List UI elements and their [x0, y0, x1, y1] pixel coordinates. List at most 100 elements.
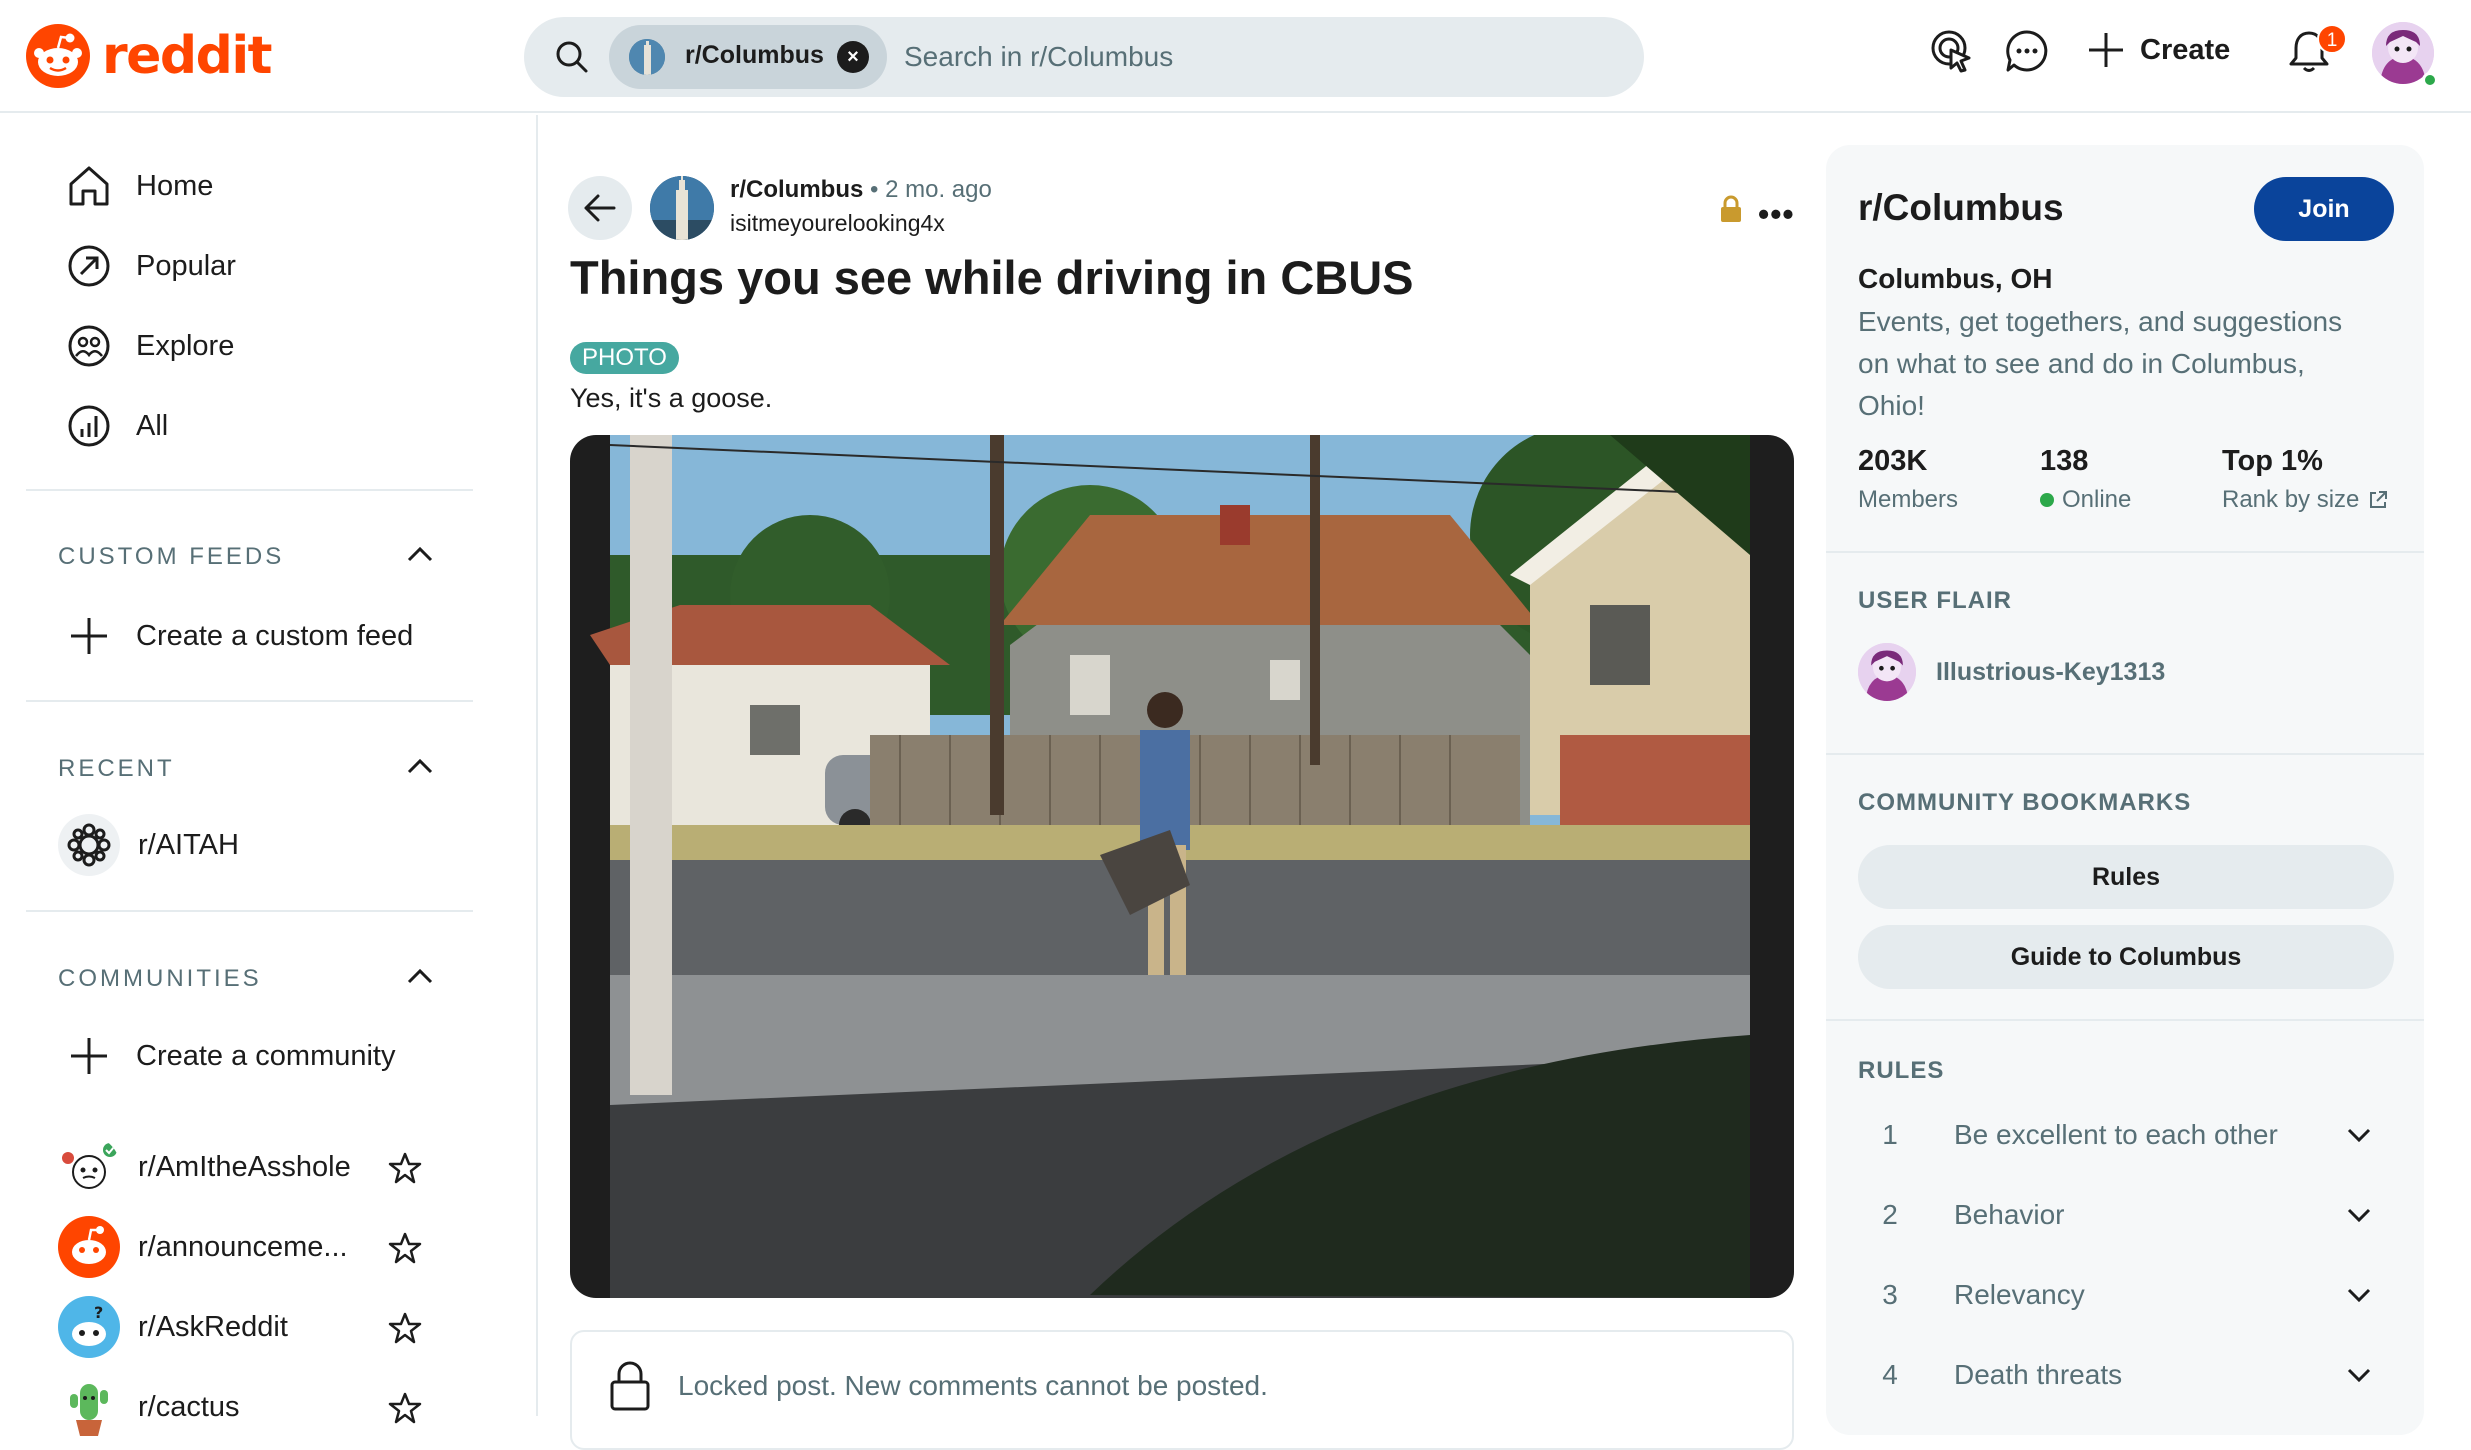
community-item-announcements[interactable]: r/announceme...	[58, 1215, 438, 1279]
rank-stat[interactable]: Top 1% Rank by size	[2222, 445, 2389, 514]
favorite-star-icon[interactable]	[388, 1151, 422, 1185]
user-flair-preview[interactable]: Illustrious-Key1313	[1858, 643, 2165, 701]
sidebar-divider	[1826, 1019, 2424, 1021]
favorite-star-icon[interactable]	[388, 1391, 422, 1425]
explore-icon	[68, 325, 110, 367]
chevron-down-icon	[2347, 1288, 2371, 1303]
search-chip-label: r/Columbus	[685, 41, 824, 69]
members-label: Members	[1858, 486, 1959, 513]
arrow-left-icon	[584, 194, 616, 222]
reddit-wordmark: reddit	[102, 26, 273, 86]
sidebar-divider	[1826, 753, 2424, 755]
rule-item[interactable]: 1 Be excellent to each other	[1858, 1103, 2394, 1167]
rule-number: 1	[1882, 1119, 1898, 1150]
post-author[interactable]: isitmeyourelooking4x	[730, 210, 945, 237]
rule-item[interactable]: 4 Death threats	[1858, 1343, 2394, 1407]
rank-value: Top 1%	[2222, 445, 2323, 477]
plus-icon	[71, 618, 107, 654]
nav-home[interactable]: Home	[66, 163, 213, 209]
rule-item[interactable]: 3 Relevancy	[1858, 1263, 2394, 1327]
cactus-avatar	[58, 1376, 120, 1438]
meta-separator: •	[870, 176, 879, 203]
post-meta: r/Columbus • 2 mo. ago	[730, 176, 992, 204]
nav-divider	[26, 700, 473, 702]
chevron-down-icon	[2347, 1208, 2371, 1223]
create-custom-feed-label: Create a custom feed	[136, 619, 414, 652]
post-image[interactable]	[570, 435, 1794, 1298]
nav-all[interactable]: All	[66, 403, 168, 449]
create-button[interactable]: Create	[2086, 30, 2230, 70]
bookmarks-heading: COMMUNITY BOOKMARKS	[1858, 789, 2192, 816]
lock-outline-icon	[610, 1361, 650, 1411]
locked-message: Locked post. New comments cannot be post…	[678, 1370, 1268, 1401]
locked-post-notice: Locked post. New comments cannot be post…	[570, 1330, 1794, 1450]
post-title: Things you see while driving in CBUS	[570, 251, 1414, 304]
custom-feeds-heading[interactable]: CUSTOM FEEDS	[58, 543, 284, 571]
more-options-button[interactable]: •••	[1758, 196, 1795, 233]
community-item-amitheasshole[interactable]: r/AmItheAsshole	[58, 1135, 438, 1199]
favorite-star-icon[interactable]	[388, 1231, 422, 1265]
community-title: r/Columbus	[1858, 187, 2064, 228]
clear-scope-icon[interactable]: ×	[837, 41, 869, 73]
community-item-askreddit[interactable]: ? r/AskReddit	[58, 1295, 438, 1359]
chevron-up-icon[interactable]	[404, 965, 436, 989]
nav-popular[interactable]: Popular	[66, 243, 236, 289]
nav-explore[interactable]: Explore	[66, 323, 234, 369]
sidebar-divider	[1826, 551, 2424, 553]
reddit-logo[interactable]: reddit	[26, 24, 273, 88]
search-input[interactable]	[902, 31, 1602, 83]
community-sidebar: r/Columbus Join Columbus, OH Events, get…	[1826, 145, 2424, 1435]
recent-heading[interactable]: RECENT	[58, 755, 175, 783]
rule-number: 2	[1882, 1199, 1898, 1230]
community-label: r/cactus	[138, 1390, 240, 1423]
chevron-down-icon	[2347, 1128, 2371, 1143]
rule-number: 3	[1882, 1279, 1898, 1310]
askreddit-avatar: ?	[58, 1296, 120, 1358]
back-button[interactable]	[568, 176, 632, 240]
aitah-avatar	[58, 814, 120, 876]
subreddit-avatar[interactable]	[650, 176, 714, 240]
nav-all-label: All	[136, 409, 169, 442]
community-item-cactus[interactable]: r/cactus	[58, 1375, 438, 1439]
chevron-up-icon[interactable]	[404, 755, 436, 779]
nav-home-label: Home	[136, 169, 214, 202]
search-scope-chip[interactable]: r/Columbus ×	[609, 25, 887, 89]
create-label: Create	[2140, 33, 2231, 66]
recent-item-aitah[interactable]: r/AITAH	[58, 813, 438, 877]
left-sidebar: Home Popular Explore All CUSTOM FEEDS Cr…	[0, 115, 538, 1438]
reddit-snoo-icon	[26, 24, 90, 88]
search-bar[interactable]: r/Columbus ×	[524, 17, 1644, 97]
rule-item[interactable]: 2 Behavior	[1858, 1183, 2394, 1247]
chat-icon[interactable]	[2004, 28, 2050, 74]
bookmark-guide-button[interactable]: Guide to Columbus	[1858, 925, 2394, 989]
join-button[interactable]: Join	[2254, 177, 2394, 241]
chevron-up-icon[interactable]	[404, 543, 436, 567]
plus-icon	[71, 1038, 107, 1074]
rule-text: Behavior	[1954, 1199, 2065, 1230]
community-label: r/announceme...	[138, 1230, 348, 1263]
rule-text: Relevancy	[1954, 1279, 2085, 1310]
post-body-text: Yes, it's a goose.	[570, 383, 773, 413]
subreddit-link[interactable]: r/Columbus	[730, 176, 863, 203]
online-stat: 138 Online	[2040, 445, 2131, 514]
advertise-icon[interactable]	[1929, 28, 1975, 74]
rules-heading: RULES	[1858, 1057, 1945, 1084]
notification-count-badge: 1	[2317, 24, 2347, 54]
nav-popular-label: Popular	[136, 249, 236, 282]
home-icon	[69, 166, 109, 206]
create-custom-feed[interactable]: Create a custom feed	[66, 613, 413, 659]
favorite-star-icon[interactable]	[388, 1311, 422, 1345]
communities-heading[interactable]: COMMUNITIES	[58, 965, 262, 993]
top-header: reddit r/Columbus × Create	[0, 0, 2471, 113]
flair-username: Illustrious-Key1313	[1936, 657, 2166, 686]
popular-icon	[68, 245, 110, 287]
recent-item-label: r/AITAH	[138, 828, 239, 861]
bookmark-rules-button[interactable]: Rules	[1858, 845, 2394, 909]
nav-explore-label: Explore	[136, 329, 235, 362]
lock-icon	[1721, 195, 1741, 222]
user-flair-heading: USER FLAIR	[1858, 587, 2012, 614]
svg-text:?: ?	[94, 1303, 103, 1322]
online-dot-icon	[2040, 493, 2054, 507]
post-flair[interactable]: PHOTO	[570, 342, 679, 374]
create-community[interactable]: Create a community	[66, 1033, 396, 1079]
